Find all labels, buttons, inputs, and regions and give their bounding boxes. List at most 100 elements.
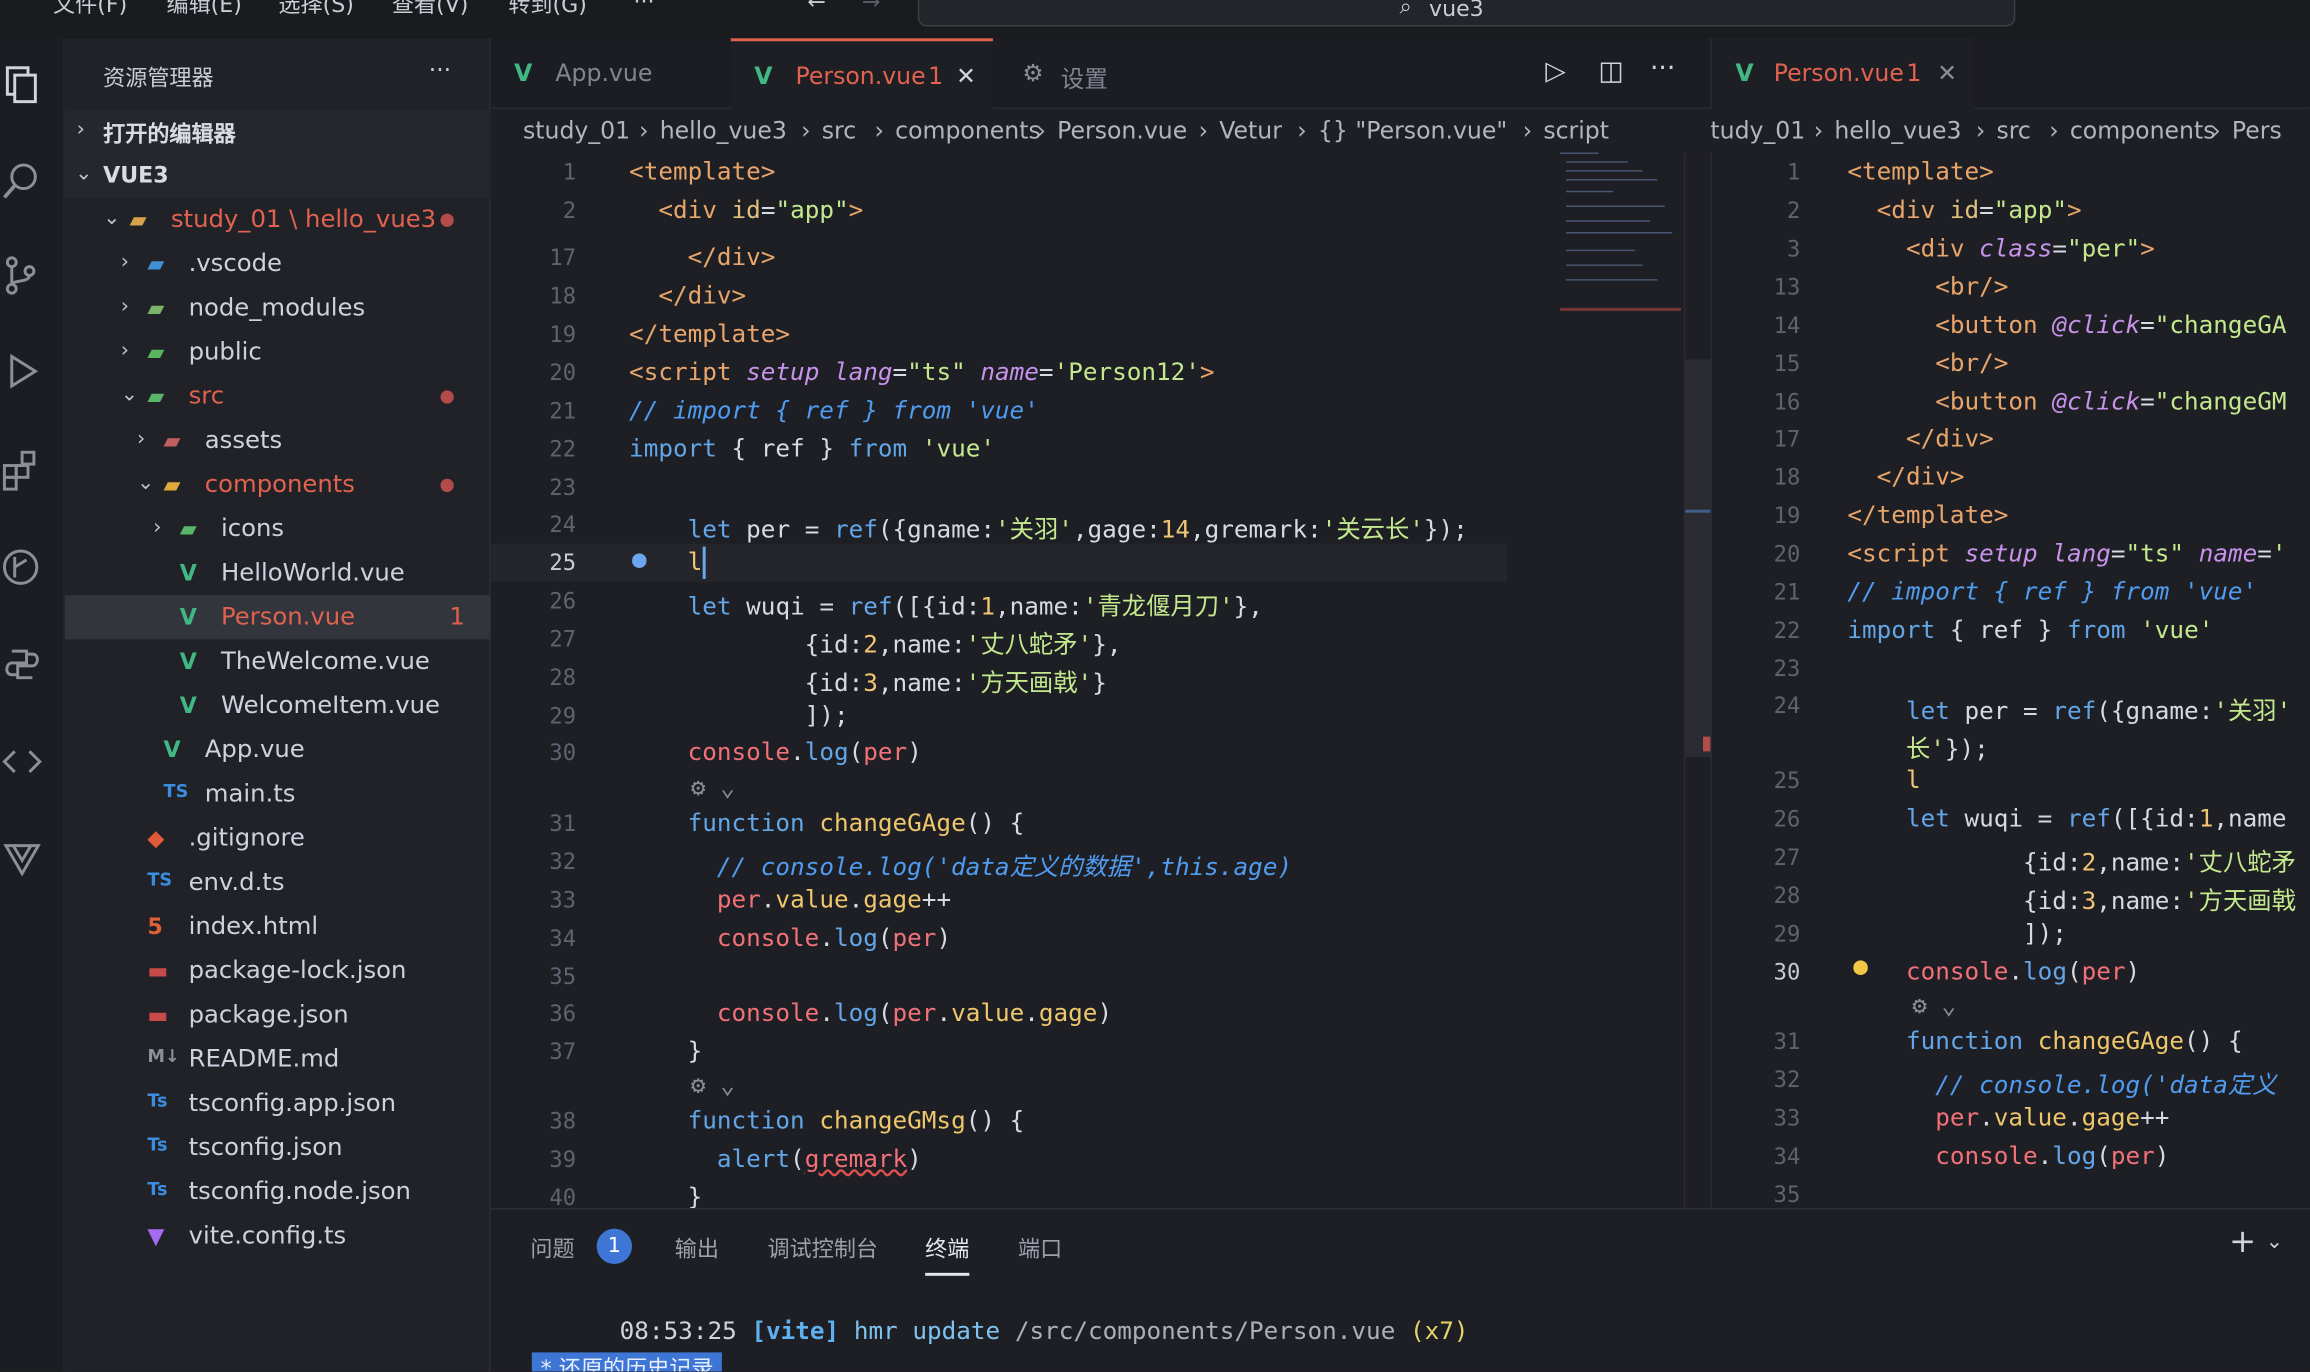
search-icon[interactable] [0,159,44,203]
breadcrumb-item[interactable]: tudy_01 [1710,116,1805,144]
explorer-icon[interactable] [0,62,44,106]
tab-app-vue[interactable]: V App.vue [491,38,731,109]
breadcrumb-item[interactable]: hello_vue3 [660,116,787,144]
explorer-more-button[interactable]: ··· [429,56,451,84]
menu-more[interactable]: ··· [633,0,654,15]
tree-item[interactable]: V App.vue [65,728,491,772]
tree-item[interactable]: ⌄ ▰ components [65,463,491,507]
tree-item[interactable]: › ▰ .vscode [65,242,491,286]
command-center[interactable]: ⌕ vue3 [917,0,2016,27]
code-line: <button @click="changeGM [1935,387,2287,416]
more-actions-icon[interactable]: ··· [1650,53,1675,84]
tree-item[interactable]: › ▰ node_modules [65,286,491,330]
tree-item[interactable]: V TheWelcome.vue [65,639,491,683]
tab-settings[interactable]: ⚙ 设置 [993,38,1229,109]
tree-item[interactable]: TS env.d.ts [65,860,491,904]
lightbulb-icon[interactable]: ● [632,545,647,573]
code-line: <div id="app"> [1876,195,2082,224]
tree-item-label: icons [220,514,285,543]
code-line: </div> [1876,462,1965,491]
tree-item[interactable]: ◆ .gitignore [65,816,491,860]
tree-item[interactable]: ⌄ ▰ src [65,374,491,418]
line-number: 21 [1773,578,1801,606]
chevron-down-icon[interactable]: ⌄ [2266,1230,2283,1254]
tab-person-vue-right[interactable]: V Person.vue 1 ✕ [1711,38,1975,110]
breadcrumb-separator: › [639,116,649,145]
tree-item[interactable]: Ts tsconfig.json [65,1126,491,1170]
menu-go[interactable]: 转到(G) [508,0,587,19]
line-number: 15 [1773,350,1801,378]
breadcrumb-item[interactable]: src [1996,116,2030,144]
tree-item[interactable]: › ▰ assets [65,418,491,462]
close-icon[interactable]: ✕ [1937,59,1957,87]
breadcrumb-item[interactable]: Pers [2232,116,2282,144]
scrollbar[interactable] [1683,153,1712,1209]
code-line: import { ref } from 'vue' [629,434,996,463]
workspace-section[interactable]: ⌄ VUE3 [64,153,491,198]
tree-item[interactable]: V HelloWorld.vue [65,551,491,595]
tab-terminal[interactable]: 终端 [925,1233,970,1276]
run-icon[interactable]: ▷ [1545,56,1565,87]
codelens-icon[interactable]: ⚙ ⌄ [1912,991,1956,1019]
lightbulb-icon[interactable]: ● [1853,952,1868,980]
tree-item[interactable]: Ts tsconfig.app.json [65,1081,491,1125]
breadcrumb-item[interactable]: Person.vue [1057,116,1187,144]
minimap[interactable] [1554,147,1687,324]
tree-item[interactable]: › ▰ public [65,330,491,374]
line-number: 26 [549,587,577,615]
tab-debug-console[interactable]: 调试控制台 [768,1233,879,1264]
tree-item[interactable]: Ts tsconfig.node.json [65,1170,491,1214]
tree-item[interactable]: 5 index.html [65,905,491,949]
python-icon[interactable] [0,642,44,686]
menu-view[interactable]: 查看(V) [392,0,469,19]
back-arrow-icon[interactable]: ← [807,0,826,15]
breadcrumb-item[interactable]: components [895,116,1041,144]
tree-item[interactable]: V Person.vue 1 [64,595,491,640]
line-number: 38 [549,1107,577,1135]
breadcrumb-item[interactable]: hello_vue3 [1834,116,1961,144]
vue-devtools-icon[interactable] [0,834,44,878]
menu-edit[interactable]: 编辑(E) [166,0,241,19]
history-banner: * 还原的历史记录 [531,1352,723,1372]
tab-problems[interactable]: 问题 [530,1233,574,1264]
vue-icon: V [179,648,197,675]
breadcrumb-item[interactable]: study_01 [523,116,630,144]
source-control-icon[interactable] [0,253,44,297]
run-debug-icon[interactable] [0,351,44,395]
tree-item[interactable]: TS main.ts [65,772,491,816]
line-number: 30 [549,739,577,767]
tab-person-vue[interactable]: V Person.vue 1 ✕ [730,38,993,110]
html-icon: 5 [147,913,163,940]
breadcrumb-item[interactable]: {} "Person.vue" [1318,116,1507,144]
split-editor-icon[interactable]: ◫ [1598,56,1623,87]
tree-item[interactable]: ▬ package-lock.json [65,949,491,993]
tree-item[interactable]: ▼ vite.config.ts [65,1214,491,1258]
menu-file[interactable]: 文件(F) [53,0,127,19]
tab-ports[interactable]: 端口 [1018,1233,1062,1264]
code-line: <script setup lang="ts" name=' [1847,539,2287,568]
timeline-icon[interactable] [0,545,44,589]
forward-arrow-icon[interactable]: → [862,0,881,15]
codelens-icon[interactable]: ⚙ ⌄ [691,1071,735,1099]
open-editors-section[interactable]: › 打开的编辑器 [64,109,491,154]
breadcrumb-item[interactable]: script [1543,116,1609,144]
breadcrumb-item[interactable]: src [822,116,856,144]
tree-item[interactable]: V WelcomeItem.vue [65,684,491,728]
extensions-icon[interactable] [0,448,44,492]
code-editor-left[interactable]: 1 <template> 2 <div id="app"> 17 </div> 18 <… [490,153,1684,1208]
close-icon[interactable]: ✕ [956,62,976,90]
code-editor-right[interactable]: 1 <template> 2 <div id="app"> 3 <div class=… [1710,153,2310,1209]
tree-item[interactable]: ⌄ ▰ study_01 \ hello_vue3 [65,197,491,241]
breadcrumb-item[interactable]: components [2070,116,2216,144]
menu-selection[interactable]: 选择(S) [278,0,353,19]
tab-output[interactable]: 输出 [675,1233,719,1264]
codelens-icon[interactable]: ⚙ ⌄ [691,773,735,801]
remote-explorer-icon[interactable] [0,740,44,784]
tree-item[interactable]: M↓ README.md [65,1037,491,1081]
breadcrumb-right: tudy_01 › hello_vue3 › src › components › Pers [1710,109,2310,153]
breadcrumb-item[interactable]: Vetur [1219,116,1282,144]
tree-item[interactable]: ▬ package.json [65,993,491,1037]
new-terminal-icon[interactable]: + [2229,1224,2256,1261]
tree-item[interactable]: › ▰ icons [65,507,491,551]
line-number: 23 [549,474,577,501]
